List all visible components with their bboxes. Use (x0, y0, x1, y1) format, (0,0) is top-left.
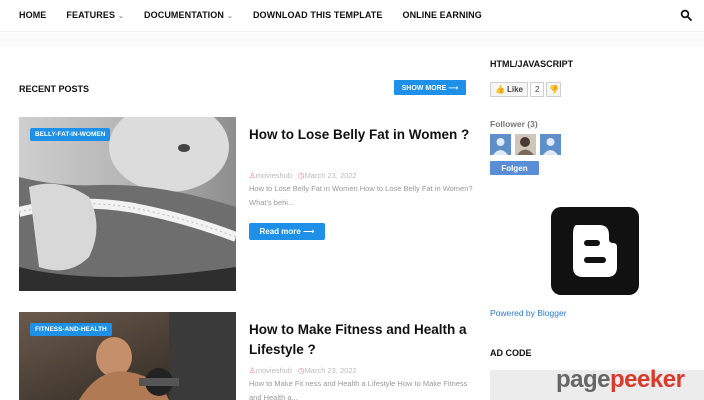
chevron-down-icon: ⌄ (226, 13, 233, 20)
recent-posts-title: RECENT POSTS (19, 84, 90, 94)
follower-avatar[interactable] (540, 134, 561, 155)
nav-documentation[interactable]: DOCUMENTATION ⌄ (144, 10, 233, 20)
post-thumbnail[interactable]: FITNESS-AND-HEALTH (19, 312, 236, 400)
like-button[interactable]: 👍 Like (490, 82, 528, 97)
post-meta: ♙movieshub ◷March 23, 2022 (249, 171, 357, 180)
post-thumbnail[interactable]: BELLY-FAT-IN-WOMEN (19, 117, 236, 291)
like-count: 2 (529, 82, 545, 97)
post-author: movieshub (255, 171, 293, 180)
follow-button[interactable]: Folgen (490, 161, 539, 175)
blogger-logo[interactable] (551, 207, 639, 295)
like-label: Like (506, 85, 523, 94)
blogger-icon (573, 225, 617, 277)
user-photo-icon (515, 134, 536, 155)
post-meta: ♙movieshub ◷March 23, 2022 (249, 366, 357, 375)
post-excerpt: How to Make Fit ness and Health a Lifest… (249, 379, 468, 400)
category-badge[interactable]: FITNESS-AND-HEALTH (30, 323, 112, 336)
dislike-button[interactable]: 👎 (546, 82, 562, 97)
main-menu: HOME FEATURES ⌄ DOCUMENTATION ⌄ DOWNLOAD T… (19, 10, 502, 20)
pagepeeker-watermark: pagepeeker (556, 366, 685, 394)
nav-online-earning[interactable]: ONLINE EARNING (402, 10, 481, 20)
user-icon: ♙ (249, 366, 256, 375)
watermark-part-1: page (556, 366, 611, 393)
html-javascript-title: HTML/JAVASCRIPT (490, 59, 574, 69)
thumbs-up-icon: 👍 (495, 85, 505, 94)
follower-avatar[interactable] (490, 134, 511, 155)
post-card: FITNESS-AND-HEALTH How to Make Fitness a… (19, 312, 467, 400)
search-icon[interactable] (680, 9, 692, 21)
nav-documentation-label: DOCUMENTATION (144, 10, 224, 20)
post-date: March 23, 2022 (304, 171, 357, 180)
author-meta[interactable]: ♙movieshub (249, 171, 292, 180)
follower-avatars (490, 134, 561, 155)
post-date: March 23, 2022 (304, 366, 357, 375)
follower-title: Follower (3) (490, 119, 538, 129)
read-more-button[interactable]: Read more ⟶ (249, 223, 325, 240)
like-widget: 👍 Like 2 👎 (490, 82, 562, 97)
belly-photo-image (19, 117, 236, 291)
header-band (0, 33, 704, 47)
user-icon: ♙ (249, 171, 256, 180)
category-badge[interactable]: BELLY-FAT-IN-WOMEN (30, 128, 111, 141)
post-title[interactable]: How to Make Fitness and Health a Lifesty… (249, 320, 471, 360)
user-icon (493, 138, 508, 155)
nav-home[interactable]: HOME (19, 10, 46, 20)
author-meta[interactable]: ♙movieshub (249, 366, 292, 375)
show-more-button[interactable]: SHOW MORE ⟶ (394, 80, 466, 95)
thumbs-down-icon: 👎 (548, 85, 559, 94)
post-card: BELLY-FAT-IN-WOMEN How to Lose Belly Fat… (19, 117, 473, 291)
top-navigation: HOME FEATURES ⌄ DOCUMENTATION ⌄ DOWNLOAD T… (0, 0, 704, 32)
date-meta: ◷March 23, 2022 (298, 366, 357, 375)
nav-home-label: HOME (19, 10, 47, 20)
ad-code-title: AD CODE (490, 348, 532, 358)
post-title[interactable]: How to Lose Belly Fat in Women ? (249, 125, 471, 145)
nav-online-earning-label: ONLINE EARNING (402, 10, 482, 20)
post-author: movieshub (255, 366, 293, 375)
follower-avatar[interactable] (515, 134, 536, 155)
user-icon (543, 138, 558, 155)
nav-download-template-label: DOWNLOAD THIS TEMPLATE (252, 10, 383, 20)
powered-by-blogger-link[interactable]: Powered by Blogger (490, 308, 567, 318)
date-meta: ◷March 23, 2022 (298, 171, 357, 180)
nav-features[interactable]: FEATURES ⌄ (66, 10, 124, 20)
post-excerpt: How to Lose Belly Fat in Women How to Lo… (249, 184, 473, 207)
nav-download-template[interactable]: DOWNLOAD THIS TEMPLATE (253, 10, 383, 20)
chevron-down-icon: ⌄ (118, 13, 125, 20)
watermark-part-2: peeker (610, 366, 685, 393)
nav-features-label: FEATURES (66, 10, 116, 20)
